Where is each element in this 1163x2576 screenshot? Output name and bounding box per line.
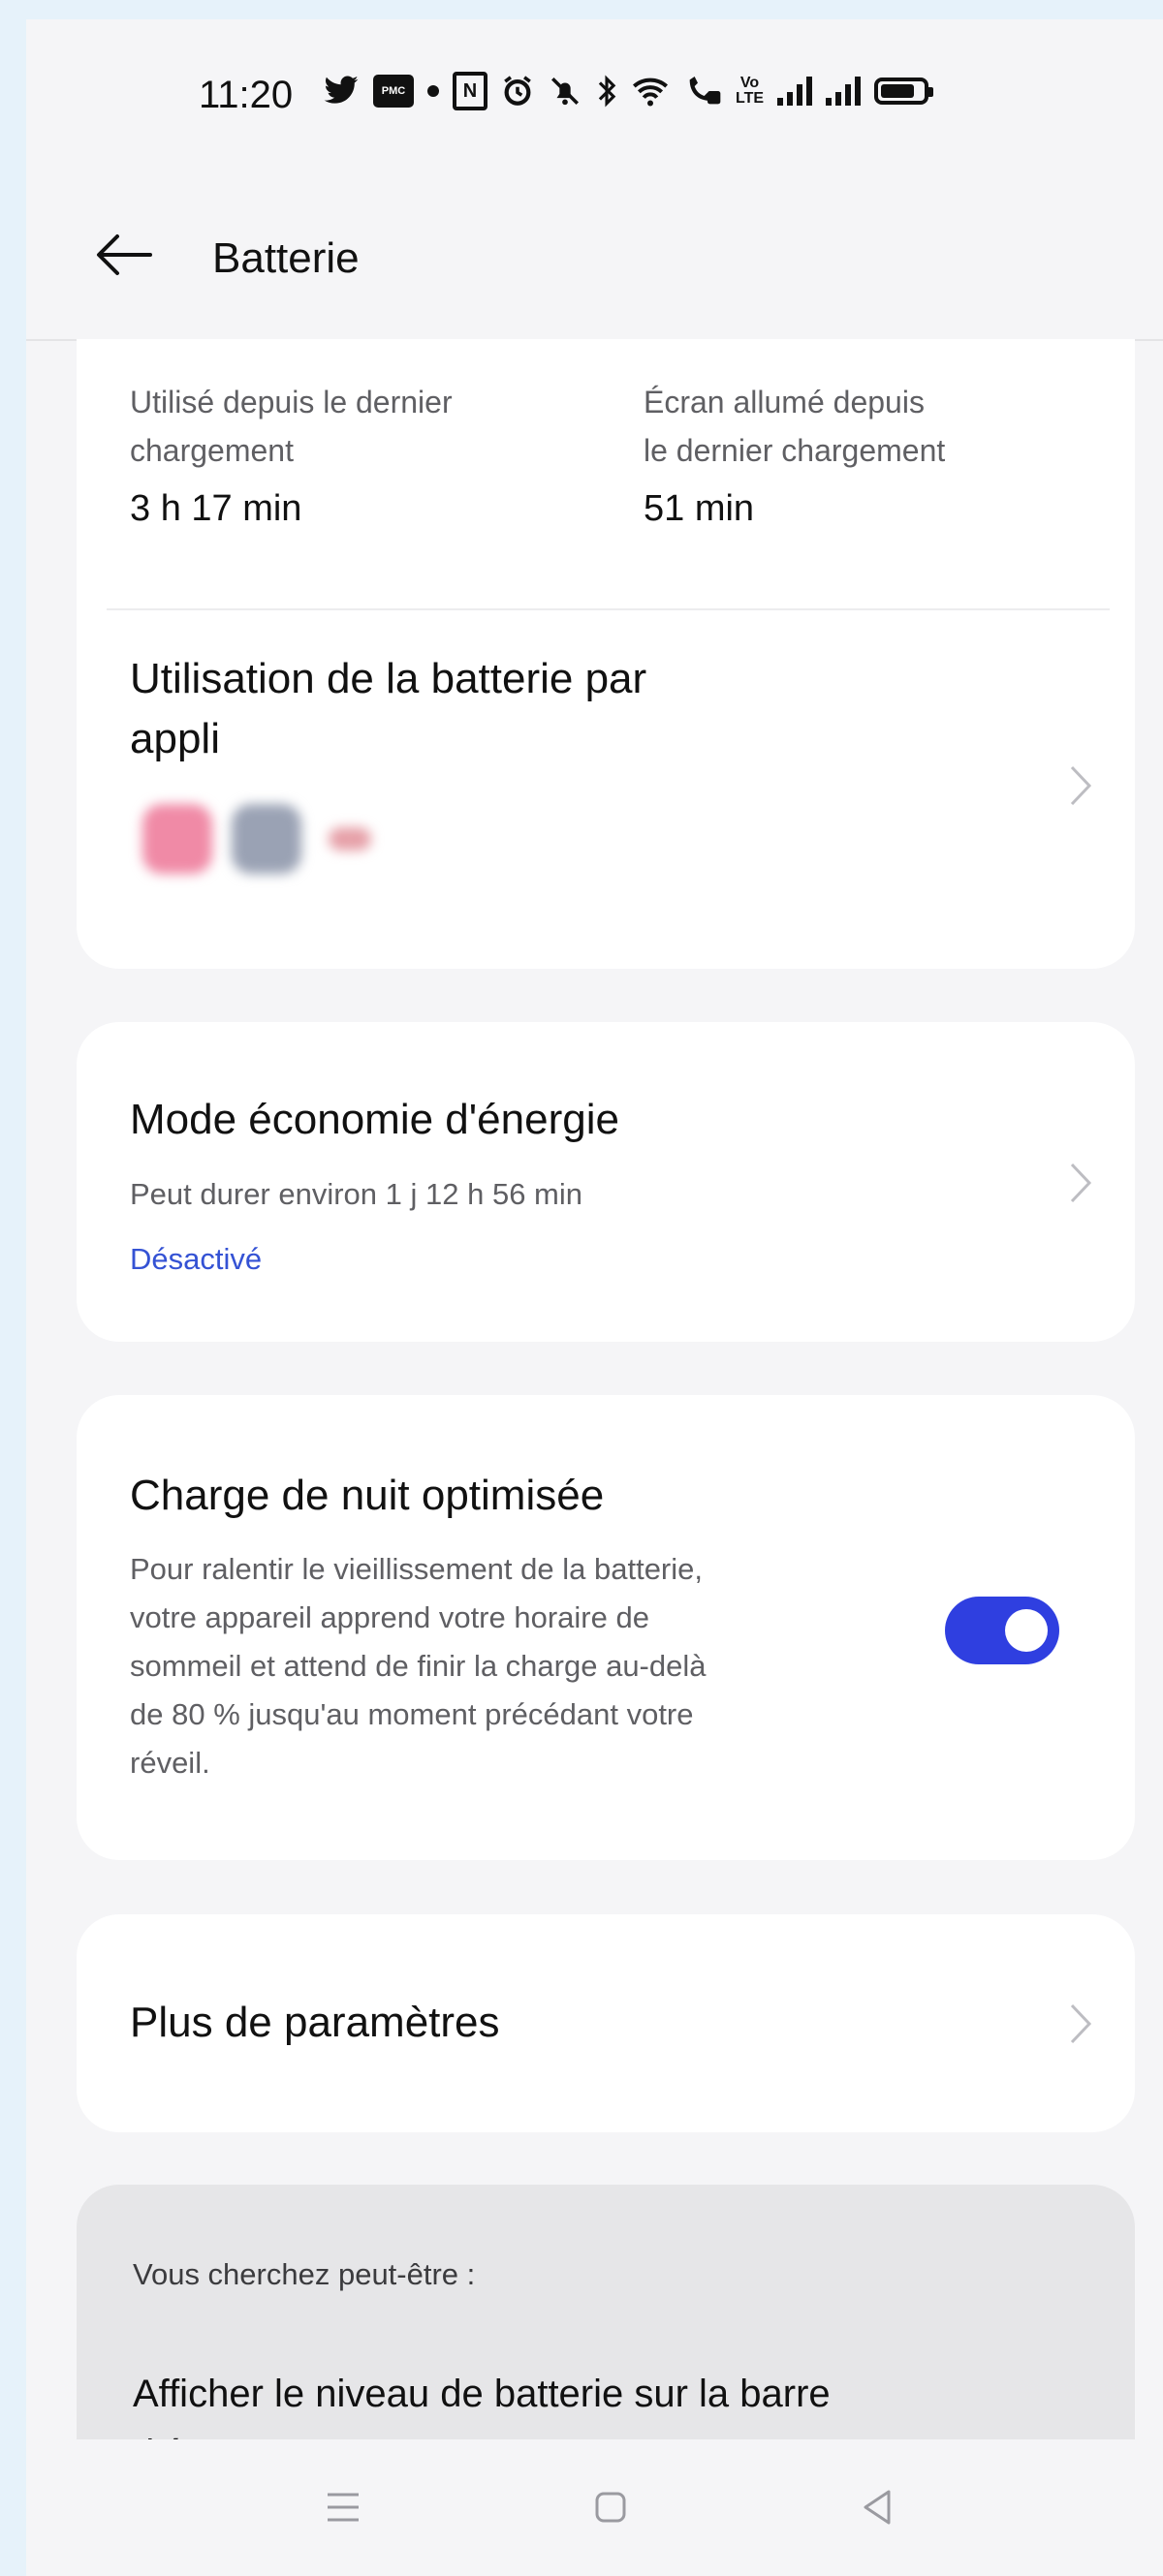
back-arrow-icon [97,234,152,275]
divider [107,608,1110,610]
wifi-calling-icon [683,70,722,112]
power-saving-title: Mode économie d'énergie [130,1096,619,1143]
night-charge-description-line: sommeil et attend de finir la charge au-… [130,1649,707,1683]
night-charge-description-line: votre appareil apprend votre horaire de [130,1600,649,1634]
night-charge-description-line: Pour ralentir le vieillissement de la ba… [130,1552,703,1586]
mute-icon [548,70,582,112]
toggle-knob [1005,1609,1048,1652]
wifi-icon [631,70,670,112]
home-icon [595,2492,626,2523]
suggestions-label: Vous cherchez peut-être : [133,2257,476,2291]
status-icons: PMC N Vo LTE [323,70,934,112]
signal-icon [826,70,862,112]
chevron-right-icon [1068,2002,1093,2046]
power-saving-subtitle: Peut durer environ 1 j 12 h 56 min [130,1177,582,1211]
night-charge-description-line: de 80 % jusqu'au moment précédant votre [130,1697,694,1731]
menu-icon [328,2493,359,2522]
used-since-charge-label-line1: Utilisé depuis le dernier [130,385,453,419]
more-settings-title: Plus de paramètres [130,1999,500,2046]
screen-on-label-line2: le dernier chargement [644,433,946,468]
page-title: Batterie [212,234,360,282]
screen-on-value: 51 min [644,488,755,529]
back-triangle-icon [864,2490,891,2525]
menu-button[interactable] [314,2478,372,2536]
app-usage-title-line2: appli [130,715,220,762]
twitter-icon [323,70,360,112]
power-saving-status: Désactivé [130,1242,263,1276]
status-time: 11:20 [199,74,294,116]
dot-icon [427,70,439,112]
battery-icon [874,70,934,112]
alarm-icon [501,70,534,112]
volte-icon: Vo LTE [736,75,765,107]
night-charge-toggle[interactable] [945,1597,1059,1664]
app-icon [232,804,301,874]
app-icon [142,804,212,874]
app-icon [329,827,371,851]
message-icon: PMC [373,70,414,112]
suggestion-item-line1: Afficher le niveau de batterie sur la ba… [133,2373,831,2415]
chevron-right-icon [1068,763,1093,808]
status-bar: 11:20 PMC N Vo LTE [26,19,1163,165]
home-button[interactable] [582,2478,640,2536]
nfc-icon: N [453,70,487,112]
back-button[interactable] [94,233,152,277]
used-since-charge-value: 3 h 17 min [130,488,302,529]
chevron-right-icon [1068,1161,1093,1205]
back-nav-button[interactable] [848,2478,906,2536]
bluetooth-icon [596,70,617,112]
used-since-charge-label-line2: chargement [130,433,294,468]
navigation-bar [26,2439,1163,2576]
night-charge-title: Charge de nuit optimisée [130,1472,605,1519]
header: Batterie [26,165,1163,341]
app-usage-title-line1: Utilisation de la batterie par [130,655,647,702]
screen-on-label-line1: Écran allumé depuis [644,385,925,419]
night-charge-description-line: réveil. [130,1746,210,1780]
phone-screen: 11:20 PMC N Vo LTE Batterie Utilisé depu… [26,19,1163,2576]
signal-icon [777,70,813,112]
